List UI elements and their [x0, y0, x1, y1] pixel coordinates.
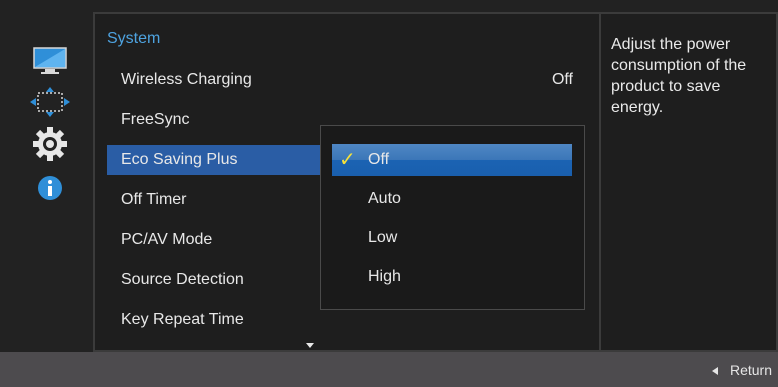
option-auto[interactable]: Auto: [332, 183, 572, 215]
scroll-down-arrow-icon[interactable]: [306, 343, 314, 348]
menu-item-wireless-charging[interactable]: Wireless Charging Off: [107, 65, 593, 95]
menu-title: System: [107, 30, 161, 47]
help-text: Adjust the power consumption of the prod…: [611, 36, 747, 116]
option-label: Off: [368, 151, 390, 168]
option-off[interactable]: ✓ Off: [332, 144, 572, 176]
option-low[interactable]: Low: [332, 222, 572, 254]
return-arrow-icon[interactable]: [712, 367, 718, 375]
option-high[interactable]: High: [332, 261, 572, 293]
onscreen-display-icon[interactable]: [22, 86, 78, 118]
option-label: Auto: [368, 190, 401, 207]
menu-item-label: Source Detection: [121, 271, 244, 288]
return-button[interactable]: Return: [730, 362, 772, 378]
menu-item-label: Key Repeat Time: [121, 311, 244, 328]
menu-item-eco-saving-plus[interactable]: Eco Saving Plus: [107, 145, 321, 175]
menu-item-label: Wireless Charging: [121, 71, 252, 88]
osd-screen: System Wireless Charging Off FreeSync Ec…: [0, 0, 778, 387]
menu-item-label: Off Timer: [121, 191, 187, 208]
menu-item-value: Off: [551, 71, 573, 88]
menu-item-label: Eco Saving Plus: [121, 151, 238, 168]
option-label: High: [368, 268, 401, 285]
menu-item-label: PC/AV Mode: [121, 231, 213, 248]
system-gear-icon[interactable]: [22, 127, 78, 161]
checkmark-icon: ✓: [339, 149, 356, 171]
eco-saving-dropdown: ✓ Off Auto Low High: [320, 125, 585, 310]
option-label: Low: [368, 229, 398, 246]
menu-item-label: FreeSync: [121, 111, 190, 128]
picture-icon[interactable]: [22, 45, 78, 77]
bottom-bar: [0, 352, 778, 387]
help-panel: Adjust the power consumption of the prod…: [599, 12, 778, 352]
information-icon[interactable]: [22, 172, 78, 204]
